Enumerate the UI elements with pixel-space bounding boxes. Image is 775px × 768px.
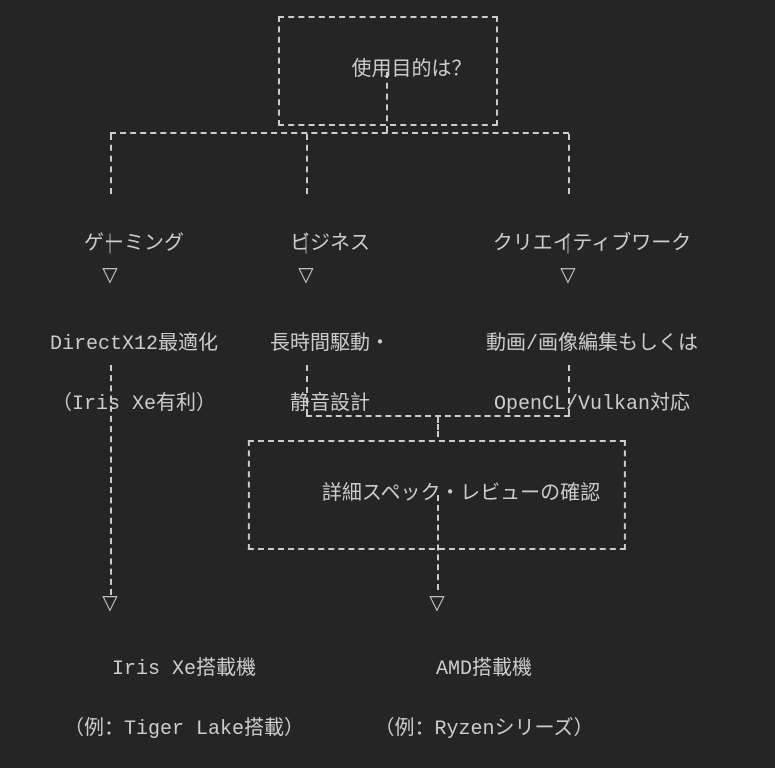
detail-gaming-l1: DirectX12最適化 xyxy=(50,333,218,356)
arrow-creative: ｜▽ xyxy=(558,232,578,292)
result-iris: Iris Xe搭載機 （例：Tiger Lake搭載） xyxy=(16,625,304,768)
arrow-business: ｜▽ xyxy=(296,232,316,292)
root-label: 使用目的は？ xyxy=(352,59,472,82)
arrow-gaming: ｜▽ xyxy=(100,232,120,292)
connector-root-down xyxy=(386,72,390,132)
connector-merge-down xyxy=(437,417,441,437)
connector-gaming-long xyxy=(110,365,114,595)
detail-business-l2: 静音設計 xyxy=(290,393,370,416)
detail-creative-l1: 動画/画像編集もしくは xyxy=(486,333,698,356)
connector-drop-gaming xyxy=(110,134,114,194)
connector-split-h xyxy=(110,132,569,136)
result-amd: AMD搭載機 （例：Ryzenシリーズ） xyxy=(326,625,593,768)
review-label: 詳細スペック・レビューの確認 xyxy=(322,483,600,506)
connector-drop-business xyxy=(306,134,310,194)
result-iris-l2: （例：Tiger Lake搭載） xyxy=(64,718,304,741)
branch-gaming-label: ゲーミング xyxy=(84,233,184,256)
connector-creative-down xyxy=(568,365,572,415)
flowchart: 使用目的は？ ゲーミング ビジネス クリエイティブワーク ｜▽ ｜▽ ｜▽ Di… xyxy=(0,0,775,768)
connector-drop-creative xyxy=(568,134,572,194)
detail-creative-l2: OpenCL/Vulkan対応 xyxy=(494,393,690,416)
result-amd-l2: （例：Ryzenシリーズ） xyxy=(375,718,594,741)
result-iris-l1: Iris Xe搭載機 xyxy=(112,658,256,681)
arrowhead-amd: ▽ xyxy=(429,590,444,616)
detail-business-l1: 長時間駆動・ xyxy=(270,333,390,356)
arrowhead-gaming-final: ▽ xyxy=(102,590,117,616)
connector-review-down xyxy=(437,495,441,590)
connector-business-down xyxy=(306,365,310,415)
detail-gaming-l2: （Iris Xe有利） xyxy=(52,393,216,416)
result-amd-l1: AMD搭載機 xyxy=(436,658,532,681)
branch-creative-label: クリエイティブワーク xyxy=(493,233,691,256)
